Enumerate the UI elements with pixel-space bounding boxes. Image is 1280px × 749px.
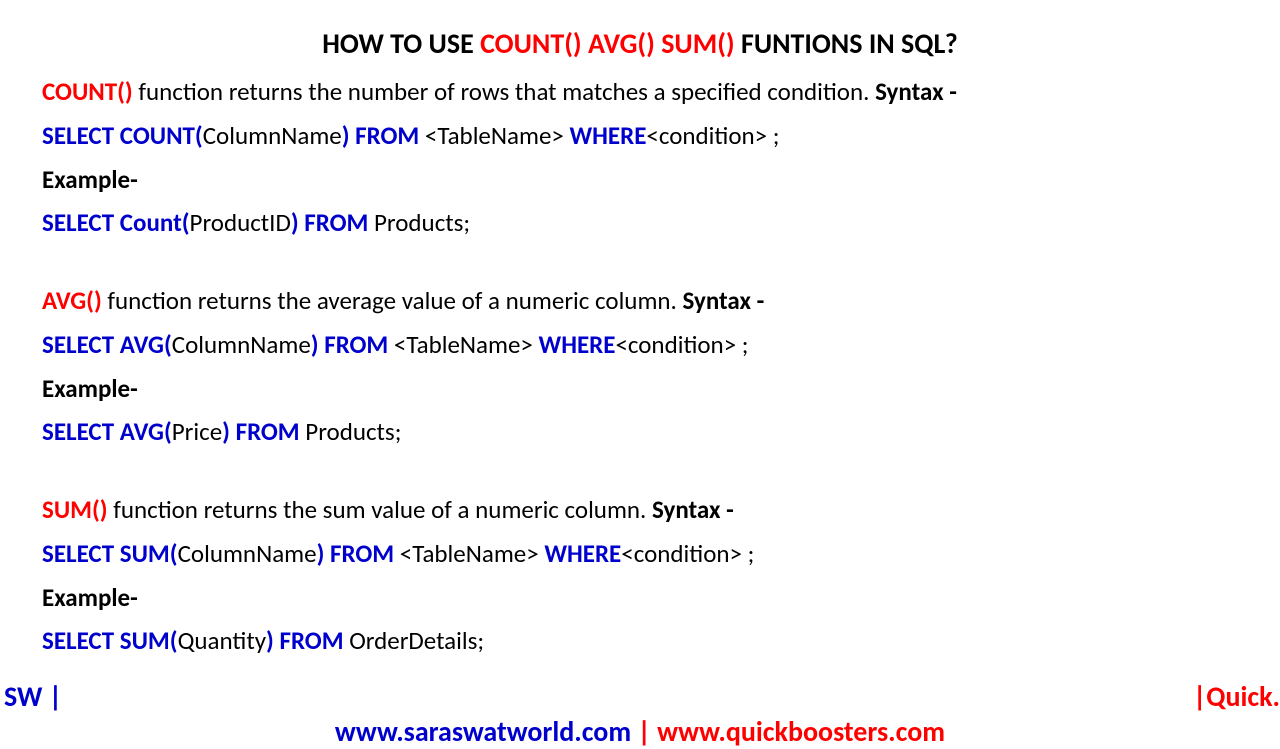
ex-count-rest: Products; <box>368 207 470 238</box>
footer-url-1: www.saraswatworld.com <box>335 714 631 749</box>
kw-from: FROM <box>350 120 420 151</box>
ex-kw-from: FROM <box>230 416 300 447</box>
count-fn-name: COUNT() <box>42 76 133 107</box>
ex-kw-from: FROM <box>274 625 344 656</box>
avg-syntax-label: Syntax - <box>683 285 765 316</box>
count-syntax: SELECT COUNT(ColumnName) FROM <TableName… <box>42 119 1238 153</box>
section-gap <box>42 250 1238 284</box>
ex-kw-sum-close: ) <box>266 625 274 656</box>
ex-avg-rest: Products; <box>300 416 402 447</box>
sum-description: SUM() function returns the sum value of … <box>42 493 1238 527</box>
count-desc-text: function returns the number of rows that… <box>133 76 875 107</box>
section-gap <box>42 459 1238 493</box>
count-example-label: Example- <box>42 163 1238 197</box>
ex-count-col: ProductID <box>190 207 291 238</box>
avg-table: <TableName> <box>388 329 538 360</box>
count-col: ColumnName <box>203 120 342 151</box>
kw-avg-close: ) <box>311 329 319 360</box>
kw-from: FROM <box>324 538 394 569</box>
kw-select: SELECT <box>42 120 120 151</box>
ex-kw-select: SELECT <box>42 416 120 447</box>
kw-from: FROM <box>319 329 389 360</box>
avg-desc-text: function returns the average value of a … <box>102 285 683 316</box>
sum-example: SELECT SUM(Quantity) FROM OrderDetails; <box>42 624 1238 658</box>
sum-desc-text: function returns the sum value of a nume… <box>108 494 652 525</box>
footer-url-2: www.quickboosters.com <box>657 714 945 749</box>
ex-kw-avg-open: AVG( <box>120 416 172 447</box>
ex-sum-rest: OrderDetails; <box>344 625 485 656</box>
sum-cond: <condition> ; <box>621 538 754 569</box>
kw-where: WHERE <box>570 120 647 151</box>
page-title: HOW TO USE COUNT() AVG() SUM() FUNTIONS … <box>42 26 1238 61</box>
count-description: COUNT() function returns the number of r… <box>42 75 1238 109</box>
avg-description: AVG() function returns the average value… <box>42 284 1238 318</box>
ex-kw-from: FROM <box>299 207 369 238</box>
avg-fn-name: AVG() <box>42 285 102 316</box>
avg-col: ColumnName <box>172 329 311 360</box>
title-post: FUNTIONS IN SQL? <box>735 26 958 61</box>
footer-sw: SW | <box>4 679 62 714</box>
avg-cond: <condition> ; <box>615 329 748 360</box>
kw-avg-open: AVG( <box>120 329 172 360</box>
sum-example-label: Example- <box>42 581 1238 615</box>
sum-syntax-label: Syntax - <box>652 494 734 525</box>
footer-sep: | <box>631 714 657 749</box>
kw-where: WHERE <box>544 538 621 569</box>
kw-select: SELECT <box>42 329 120 360</box>
sum-col: ColumnName <box>178 538 317 569</box>
ex-sum-col: Quantity <box>178 625 266 656</box>
ex-avg-col: Price <box>172 416 222 447</box>
count-cond: <condition> ; <box>646 120 779 151</box>
kw-count-close: ) <box>342 120 350 151</box>
kw-where: WHERE <box>539 329 616 360</box>
kw-select: SELECT <box>42 538 120 569</box>
ex-kw-count-open: Count( <box>120 207 190 238</box>
count-syntax-label: Syntax - <box>875 76 957 107</box>
count-example: SELECT Count(ProductID) FROM Products; <box>42 206 1238 240</box>
footer-quick: |Quick. <box>1193 679 1280 714</box>
sum-fn-name: SUM() <box>42 494 108 525</box>
title-functions: COUNT() AVG() SUM() <box>480 26 735 61</box>
kw-sum-open: SUM( <box>120 538 178 569</box>
count-table: <TableName> <box>419 120 569 151</box>
document-body: HOW TO USE COUNT() AVG() SUM() FUNTIONS … <box>0 0 1280 658</box>
ex-kw-select: SELECT <box>42 207 120 238</box>
sum-table: <TableName> <box>394 538 544 569</box>
kw-count-open: COUNT( <box>120 120 203 151</box>
avg-example: SELECT AVG(Price) FROM Products; <box>42 415 1238 449</box>
avg-syntax: SELECT AVG(ColumnName) FROM <TableName> … <box>42 328 1238 362</box>
sum-syntax: SELECT SUM(ColumnName) FROM <TableName> … <box>42 537 1238 571</box>
ex-kw-select: SELECT <box>42 625 120 656</box>
footer-urls: www.saraswatworld.com | www.quickbooster… <box>0 714 1280 749</box>
avg-example-label: Example- <box>42 372 1238 406</box>
title-pre: HOW TO USE <box>322 26 480 61</box>
ex-kw-avg-close: ) <box>222 416 230 447</box>
ex-kw-sum-open: SUM( <box>120 625 178 656</box>
ex-kw-count-close: ) <box>291 207 299 238</box>
